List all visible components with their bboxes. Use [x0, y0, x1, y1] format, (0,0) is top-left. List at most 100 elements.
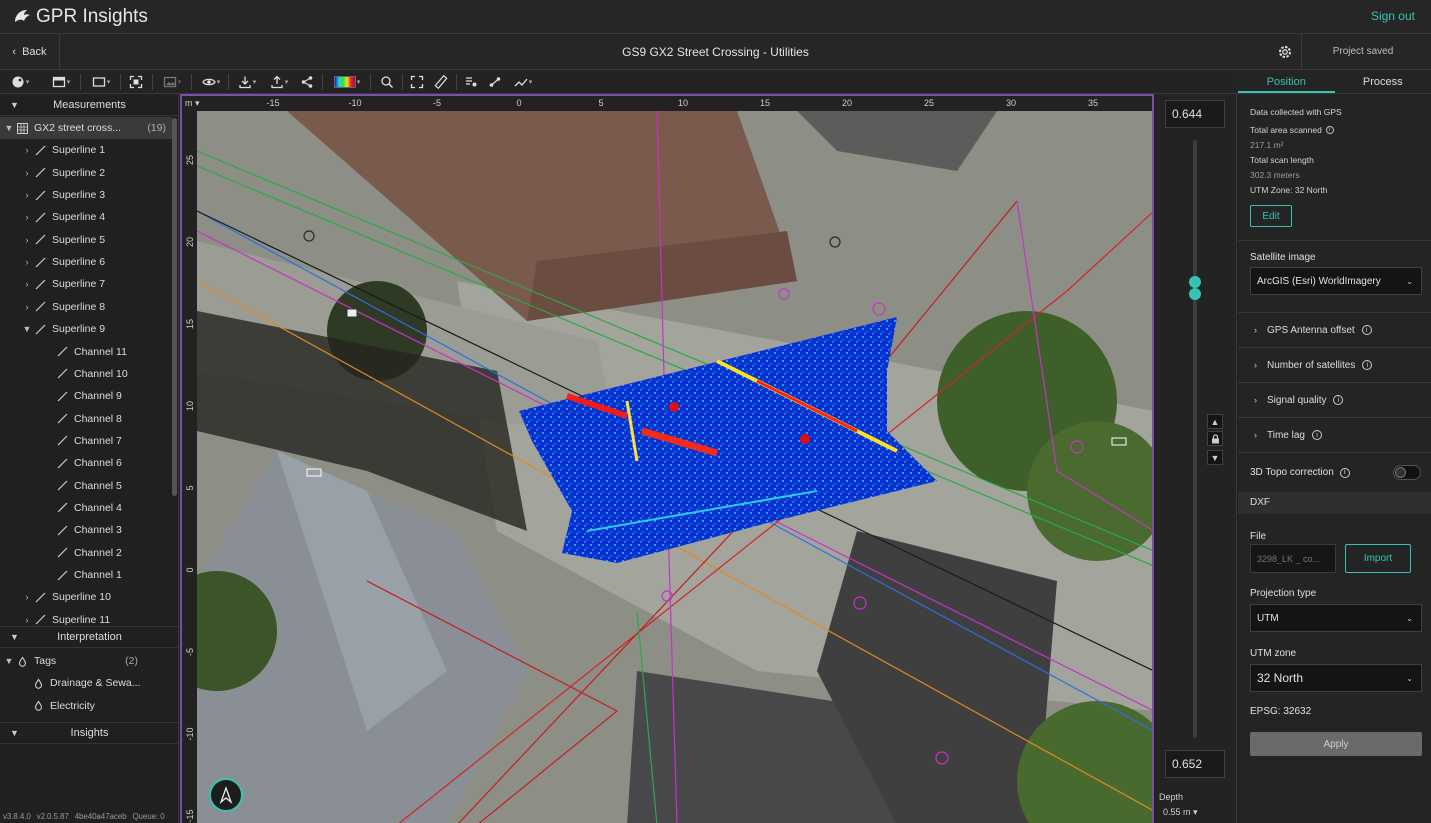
- image-overlay-button[interactable]: ▾: [159, 73, 185, 91]
- superline-item[interactable]: › Superline 6: [0, 251, 172, 273]
- import-menu-button[interactable]: ▾: [234, 73, 260, 91]
- superline-item[interactable]: › Superline 3: [0, 184, 172, 206]
- sign-out-link[interactable]: Sign out: [1371, 9, 1415, 23]
- export-menu-button[interactable]: ▾: [266, 73, 292, 91]
- dxf-file-input[interactable]: [1250, 544, 1336, 573]
- x-tick-label: 35: [1087, 98, 1099, 108]
- chevron-down-icon[interactable]: ▼: [4, 656, 14, 666]
- superline-item[interactable]: ▼ Superline 9: [0, 318, 172, 340]
- info-icon[interactable]: i: [1311, 430, 1322, 440]
- superline-item[interactable]: › Superline 10: [0, 586, 172, 608]
- chevron-down-icon[interactable]: ▼: [4, 123, 14, 133]
- depth-slider-handle-bottom[interactable]: [1189, 288, 1201, 300]
- info-icon[interactable]: i: [1325, 126, 1334, 134]
- edit-button[interactable]: Edit: [1250, 205, 1292, 227]
- depth-lock-button[interactable]: [1207, 431, 1223, 446]
- channel-item[interactable]: Channel 6: [0, 452, 172, 474]
- depth-step-up-button[interactable]: ▲: [1207, 414, 1223, 429]
- chevron-right-icon[interactable]: ›: [22, 279, 32, 289]
- file-label: File: [1250, 531, 1267, 542]
- chevron-right-icon[interactable]: ›: [22, 235, 32, 245]
- chevron-right-icon[interactable]: ›: [22, 190, 32, 200]
- measurements-header[interactable]: ▼ Measurements: [0, 94, 178, 116]
- chevron-right-icon[interactable]: ›: [22, 145, 32, 155]
- channel-item[interactable]: Channel 4: [0, 497, 172, 519]
- chevron-right-icon[interactable]: ›: [22, 257, 32, 267]
- channel-item[interactable]: Channel 5: [0, 475, 172, 497]
- dataset-gx2-street-crossing[interactable]: ▼ GX2 street cross... (19): [0, 117, 172, 139]
- north-arrow-icon: [219, 786, 233, 804]
- satellite-image-select[interactable]: ArcGIS (Esri) WorldImagery ⌄: [1250, 267, 1422, 295]
- channel-item[interactable]: Channel 8: [0, 408, 172, 430]
- point-tool-button[interactable]: [486, 73, 504, 91]
- chevron-right-icon[interactable]: ›: [22, 615, 32, 625]
- tag-item[interactable]: Electricity: [0, 695, 172, 717]
- measure-button[interactable]: [432, 73, 450, 91]
- accordion-gps-antenna-offset[interactable]: › GPS Antenna offset i: [1238, 313, 1431, 348]
- tags-group[interactable]: ▼ Tags (2): [0, 650, 172, 672]
- import-button[interactable]: Import: [1345, 544, 1411, 573]
- depth-value-select[interactable]: 0.55 m ▾: [1163, 807, 1198, 818]
- tab-position[interactable]: Position: [1238, 70, 1335, 93]
- channel-item[interactable]: Channel 10: [0, 363, 172, 385]
- chevron-right-icon[interactable]: ›: [22, 302, 32, 312]
- info-icon[interactable]: i: [1333, 395, 1344, 405]
- interpretation-header[interactable]: ▼ Interpretation: [0, 626, 178, 648]
- zoom-search-button[interactable]: [378, 73, 396, 91]
- colormap-menu-button[interactable]: ▾: [330, 73, 364, 91]
- tab-process[interactable]: Process: [1335, 70, 1431, 93]
- tree-item-label: Channel 8: [74, 412, 122, 425]
- tag-item[interactable]: Drainage & Sewa...: [0, 672, 172, 694]
- visibility-menu-button[interactable]: ▾: [198, 73, 224, 91]
- tree-scrollbar[interactable]: [172, 118, 177, 496]
- channel-item[interactable]: Channel 1: [0, 564, 172, 586]
- tag-tool-button[interactable]: [462, 73, 480, 91]
- superline-item[interactable]: › Superline 2: [0, 162, 172, 184]
- trace-menu-button[interactable]: ▾: [510, 73, 536, 91]
- superline-item[interactable]: › Superline 7: [0, 273, 172, 295]
- chevron-right-icon[interactable]: ›: [22, 592, 32, 602]
- superline-item[interactable]: › Superline 1: [0, 139, 172, 161]
- basemap-menu-button[interactable]: ▾: [8, 73, 32, 91]
- depth-slider-track[interactable]: [1193, 140, 1197, 738]
- fullscreen-button[interactable]: [408, 73, 426, 91]
- superline-item[interactable]: › Superline 5: [0, 229, 172, 251]
- accordion-signal-quality[interactable]: › Signal quality i: [1238, 383, 1431, 418]
- channel-item[interactable]: Channel 11: [0, 341, 172, 363]
- channel-item[interactable]: Channel 2: [0, 542, 172, 564]
- topo-correction-toggle[interactable]: [1393, 465, 1421, 480]
- channel-item[interactable]: Channel 3: [0, 519, 172, 541]
- projection-type-select[interactable]: UTM ⌄: [1250, 604, 1422, 632]
- settings-button[interactable]: [1268, 34, 1302, 69]
- share-button[interactable]: [298, 73, 316, 91]
- line-icon: [54, 525, 70, 536]
- app-brand[interactable]: GPR Insights: [12, 6, 148, 28]
- compass-button[interactable]: [209, 778, 243, 812]
- map-view[interactable]: m ▾ -15 -10 -5 0 5 10 15 20 25 30 35 25 20 15 10 5 0 -5 -…: [180, 94, 1154, 823]
- insights-header[interactable]: ▼ Insights: [0, 722, 178, 744]
- depth-min-input[interactable]: [1165, 750, 1225, 778]
- share-icon: [301, 76, 313, 88]
- tree-item-label: Channel 6: [74, 457, 122, 470]
- chevron-right-icon[interactable]: ›: [22, 168, 32, 178]
- chevron-right-icon[interactable]: ›: [22, 212, 32, 222]
- depth-max-input[interactable]: [1165, 100, 1225, 128]
- utm-zone-select[interactable]: 32 North ⌄: [1250, 664, 1422, 692]
- depth-slider-handle-top[interactable]: [1189, 276, 1201, 288]
- chevron-down-icon[interactable]: ▼: [22, 324, 32, 334]
- channel-item[interactable]: Channel 7: [0, 430, 172, 452]
- superline-item[interactable]: › Superline 4: [0, 206, 172, 228]
- info-icon[interactable]: i: [1361, 325, 1372, 335]
- depth-step-down-button[interactable]: ▼: [1207, 450, 1223, 465]
- accordion-time-lag[interactable]: › Time lag i: [1238, 418, 1431, 453]
- layout-menu-button[interactable]: ▾: [48, 73, 74, 91]
- satellite-map[interactable]: [197, 111, 1154, 823]
- apply-button[interactable]: Apply: [1250, 732, 1422, 756]
- info-icon[interactable]: i: [1362, 360, 1373, 370]
- accordion-number-of-satellites[interactable]: › Number of satellites i: [1238, 348, 1431, 383]
- channel-item[interactable]: Channel 9: [0, 385, 172, 407]
- fit-view-button[interactable]: [127, 73, 145, 91]
- rectangle-select-button[interactable]: ▾: [88, 73, 114, 91]
- info-icon[interactable]: i: [1339, 467, 1350, 478]
- superline-item[interactable]: › Superline 8: [0, 296, 172, 318]
